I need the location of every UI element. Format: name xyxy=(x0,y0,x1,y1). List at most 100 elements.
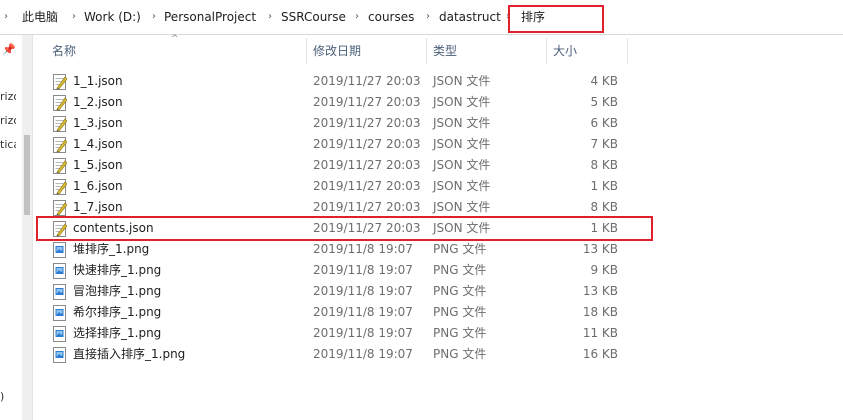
file-size: 11 KB xyxy=(582,326,618,340)
file-name: 1_5.json xyxy=(73,158,123,172)
nav-item[interactable]: ) xyxy=(0,390,16,403)
navigation-pane[interactable]: 📌 rizo rizo tica ) xyxy=(0,35,33,420)
file-type: PNG 文件 xyxy=(433,242,487,256)
file-type: JSON 文件 xyxy=(433,95,491,109)
file-name: 堆排序_1.png xyxy=(73,242,150,256)
file-modified-date: 2019/11/8 19:07 xyxy=(313,305,413,319)
breadcrumb-ssrcourse[interactable]: SSRCourse xyxy=(281,9,346,25)
file-row[interactable]: 堆排序_1.png 2019/11/8 19:07 PNG 文件 13 KB xyxy=(48,239,628,260)
file-type: PNG 文件 xyxy=(433,284,487,298)
file-type: PNG 文件 xyxy=(433,263,487,277)
column-divider[interactable] xyxy=(546,38,547,64)
json-file-icon xyxy=(53,158,68,174)
file-size: 16 KB xyxy=(582,347,618,361)
file-modified-date: 2019/11/8 19:07 xyxy=(313,263,413,277)
file-modified-date: 2019/11/27 20:03 xyxy=(313,116,421,130)
file-row[interactable]: 直接插入排序_1.png 2019/11/8 19:07 PNG 文件 16 KB xyxy=(48,344,628,365)
json-file-icon xyxy=(53,116,68,132)
png-file-icon xyxy=(53,326,67,342)
nav-item[interactable]: tica xyxy=(0,138,16,151)
png-file-icon xyxy=(53,305,67,321)
file-modified-date: 2019/11/8 19:07 xyxy=(313,284,413,298)
breadcrumb-this-pc[interactable]: 此电脑 xyxy=(22,9,58,25)
file-type: JSON 文件 xyxy=(433,74,491,88)
file-type: PNG 文件 xyxy=(433,347,487,361)
file-modified-date: 2019/11/27 20:03 xyxy=(313,95,421,109)
file-size: 8 KB xyxy=(590,200,618,214)
json-file-icon xyxy=(53,137,68,153)
file-modified-date: 2019/11/27 20:03 xyxy=(313,158,421,172)
file-type: JSON 文件 xyxy=(433,116,491,130)
file-row[interactable]: 1_7.json 2019/11/27 20:03 JSON 文件 8 KB xyxy=(48,197,628,218)
file-modified-date: 2019/11/27 20:03 xyxy=(313,179,421,193)
file-name: 1_3.json xyxy=(73,116,123,130)
chevron-right-icon[interactable]: › xyxy=(2,9,10,25)
file-name: 选择排序_1.png xyxy=(73,326,162,340)
address-bar[interactable]: › 此电脑 › Work (D:) › PersonalProject › SS… xyxy=(0,0,843,35)
file-modified-date: 2019/11/8 19:07 xyxy=(313,242,413,256)
file-row[interactable]: 1_3.json 2019/11/27 20:03 JSON 文件 6 KB xyxy=(48,113,628,134)
breadcrumb-courses[interactable]: courses xyxy=(368,9,414,25)
column-divider[interactable] xyxy=(627,38,628,64)
file-row[interactable]: 希尔排序_1.png 2019/11/8 19:07 PNG 文件 18 KB xyxy=(48,302,628,323)
file-name: 直接插入排序_1.png xyxy=(73,347,186,361)
file-type: JSON 文件 xyxy=(433,137,491,151)
file-row[interactable]: 选择排序_1.png 2019/11/8 19:07 PNG 文件 11 KB xyxy=(48,323,628,344)
file-size: 6 KB xyxy=(590,116,618,130)
chevron-right-icon[interactable]: › xyxy=(150,9,158,25)
file-row[interactable]: 1_4.json 2019/11/27 20:03 JSON 文件 7 KB xyxy=(48,134,628,155)
file-type: JSON 文件 xyxy=(433,158,491,172)
nav-item[interactable]: rizo xyxy=(0,114,16,127)
chevron-right-icon[interactable]: › xyxy=(424,9,432,25)
json-file-icon xyxy=(53,179,68,195)
chevron-right-icon[interactable]: › xyxy=(353,9,361,25)
file-size: 5 KB xyxy=(590,95,618,109)
breadcrumb-work-drive[interactable]: Work (D:) xyxy=(84,9,141,25)
file-row[interactable]: 1_5.json 2019/11/27 20:03 JSON 文件 8 KB xyxy=(48,155,628,176)
file-name: 快速排序_1.png xyxy=(73,263,162,277)
file-row[interactable]: 1_1.json 2019/11/27 20:03 JSON 文件 4 KB xyxy=(48,71,628,92)
column-header-date[interactable]: 修改日期 xyxy=(313,38,425,64)
file-type: PNG 文件 xyxy=(433,305,487,319)
file-size: 8 KB xyxy=(590,158,618,172)
file-row[interactable]: 1_6.json 2019/11/27 20:03 JSON 文件 1 KB xyxy=(48,176,628,197)
png-file-icon xyxy=(53,284,67,300)
breadcrumb-personalproject[interactable]: PersonalProject xyxy=(164,9,256,25)
breadcrumb-datastruct[interactable]: datastruct xyxy=(439,9,501,25)
file-size: 4 KB xyxy=(590,74,618,88)
json-file-icon xyxy=(53,74,68,90)
nav-scrollbar[interactable] xyxy=(22,35,32,420)
file-name: 1_6.json xyxy=(73,179,123,193)
file-size: 7 KB xyxy=(590,137,618,151)
column-divider[interactable] xyxy=(426,38,427,64)
column-header-type[interactable]: 类型 xyxy=(433,38,545,64)
chevron-right-icon[interactable]: › xyxy=(266,9,274,25)
file-row[interactable]: 快速排序_1.png 2019/11/8 19:07 PNG 文件 9 KB xyxy=(48,260,628,281)
file-type: JSON 文件 xyxy=(433,200,491,214)
json-file-icon xyxy=(53,95,68,111)
png-file-icon xyxy=(53,263,67,279)
file-size: 1 KB xyxy=(590,179,618,193)
nav-item[interactable]: rizo xyxy=(0,90,16,103)
column-header-name[interactable]: 名称 xyxy=(52,38,306,64)
nav-scrollbar-thumb[interactable] xyxy=(24,135,30,215)
file-modified-date: 2019/11/27 20:03 xyxy=(313,74,421,88)
file-modified-date: 2019/11/8 19:07 xyxy=(313,326,413,340)
chevron-right-icon[interactable]: › xyxy=(70,9,78,25)
file-modified-date: 2019/11/27 20:03 xyxy=(313,137,421,151)
file-size: 9 KB xyxy=(590,263,618,277)
file-size: 13 KB xyxy=(582,242,618,256)
file-row[interactable]: 1_2.json 2019/11/27 20:03 JSON 文件 5 KB xyxy=(48,92,628,113)
column-header-size[interactable]: 大小 xyxy=(553,38,623,64)
file-modified-date: 2019/11/27 20:03 xyxy=(313,200,421,214)
png-file-icon xyxy=(53,347,67,363)
highlight-box-contents-json xyxy=(36,216,653,241)
pin-icon[interactable]: 📌 xyxy=(2,43,16,56)
file-name: 1_2.json xyxy=(73,95,123,109)
png-file-icon xyxy=(53,242,67,258)
file-row[interactable]: 冒泡排序_1.png 2019/11/8 19:07 PNG 文件 13 KB xyxy=(48,281,628,302)
column-divider[interactable] xyxy=(306,38,307,64)
file-name: 冒泡排序_1.png xyxy=(73,284,162,298)
highlight-box-current-folder xyxy=(508,5,604,33)
file-type: PNG 文件 xyxy=(433,326,487,340)
